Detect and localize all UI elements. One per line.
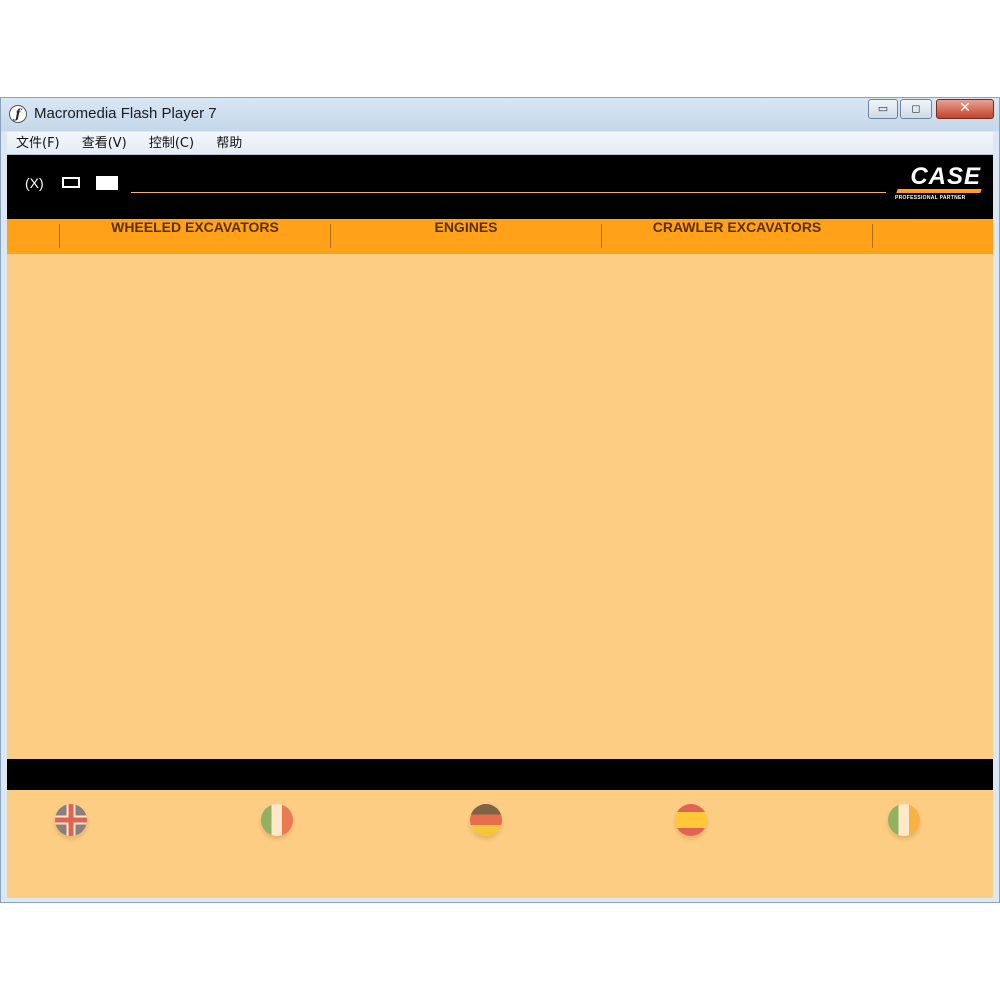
footer-bar xyxy=(7,759,993,790)
tab-wheeled-excavators[interactable]: WHEELED EXCAVATORS xyxy=(60,219,330,254)
germany-flag-icon[interactable] xyxy=(470,804,502,836)
ireland-flag-icon[interactable] xyxy=(888,804,920,836)
fit-screen-icon[interactable] xyxy=(62,177,80,188)
header-divider-line xyxy=(131,192,886,193)
category-nav: WHEELED EXCAVATORS ENGINES CRAWLER EXCAV… xyxy=(7,219,993,254)
case-logo: CASE PROFESSIONAL PARTNER xyxy=(893,163,983,207)
flash-content: (X) CASE PROFESSIONAL PARTNER WHEELED EX… xyxy=(7,155,993,898)
menu-view[interactable]: 查看(V) xyxy=(73,132,135,154)
menu-help[interactable]: 帮助 xyxy=(207,132,250,154)
spain-flag-icon[interactable] xyxy=(675,804,707,836)
header-bar: (X) CASE PROFESSIONAL PARTNER xyxy=(7,155,993,219)
fullscreen-icon[interactable] xyxy=(96,176,118,190)
flash-player-icon: ƒ xyxy=(9,105,27,123)
case-logo-text: CASE xyxy=(910,163,981,190)
case-logo-subtext: PROFESSIONAL PARTNER xyxy=(895,195,966,201)
uk-flag-icon[interactable] xyxy=(55,804,87,836)
flash-player-window: ƒ Macromedia Flash Player 7 ▭ ◻ ✕ 文件(F) … xyxy=(0,97,1000,903)
menu-file[interactable]: 文件(F) xyxy=(7,132,68,154)
title-bar[interactable]: ƒ Macromedia Flash Player 7 ▭ ◻ ✕ xyxy=(1,98,999,131)
window-title: Macromedia Flash Player 7 xyxy=(34,105,217,122)
menu-control[interactable]: 控制(C) xyxy=(140,132,202,154)
tab-engines[interactable]: ENGINES xyxy=(331,219,601,254)
minimize-button[interactable]: ▭ xyxy=(868,99,898,119)
italy-flag-icon[interactable] xyxy=(261,804,293,836)
case-logo-stripe xyxy=(896,189,982,193)
close-window-button[interactable]: ✕ xyxy=(936,99,994,119)
menu-bar: 文件(F) 查看(V) 控制(C) 帮助 xyxy=(7,132,993,155)
maximize-button[interactable]: ◻ xyxy=(900,99,932,119)
nav-separator xyxy=(872,224,873,248)
close-movie-button[interactable]: (X) xyxy=(25,175,44,191)
tab-crawler-excavators[interactable]: CRAWLER EXCAVATORS xyxy=(602,219,872,254)
